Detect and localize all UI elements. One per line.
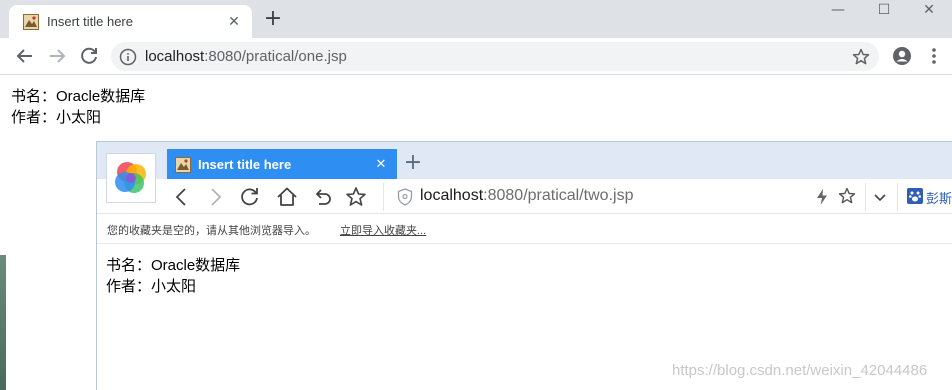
navigation-toolbar: localhost:8080/pratical/one.jsp <box>0 38 952 75</box>
bookmarks-empty-message: 您的收藏夹是空的，请从其他浏览器导入。 <box>107 225 316 237</box>
desktop-background <box>0 255 6 390</box>
watermark-text: https://blog.csdn.net/weixin_42044486 <box>672 362 928 379</box>
new-tab-button[interactable]: + <box>402 152 424 174</box>
bookmark-star-icon[interactable] <box>837 186 857 206</box>
toolbar-divider <box>897 183 898 211</box>
url-path: :8080/pratical/one.jsp <box>204 48 347 65</box>
speed-mode-bolt-icon[interactable] <box>815 188 829 206</box>
address-bar[interactable]: localhost:8080/pratical/two.jsp <box>397 184 857 210</box>
tab-insert-title[interactable]: Insert title here ✕ <box>9 5 252 38</box>
author-line: 作者：小太阳 <box>106 278 197 295</box>
book-title-line: 书名：Oracle数据库 <box>106 257 241 274</box>
toolbar-divider <box>383 183 384 211</box>
new-tab-button[interactable]: + <box>262 8 284 30</box>
search-engine-selector[interactable]: 彭斯 <box>905 186 952 208</box>
close-tab-icon[interactable]: ✕ <box>225 12 243 30</box>
page-favicon-icon <box>23 14 39 30</box>
chevron-down-icon[interactable] <box>872 189 888 205</box>
profile-avatar-icon[interactable] <box>892 46 912 66</box>
import-bookmarks-link[interactable]: 立即导入收藏夹... <box>340 222 426 238</box>
favorite-star-icon[interactable] <box>344 185 368 209</box>
close-tab-icon[interactable]: ✕ <box>372 155 390 173</box>
close-window-button[interactable]: ✕ <box>906 0 952 22</box>
minimize-button[interactable]: — <box>815 0 861 22</box>
site-info-icon[interactable] <box>119 48 137 66</box>
browser-window-two: Insert title here ✕ + localhost:8080/pra… <box>96 141 952 390</box>
browser-logo-icon[interactable] <box>106 153 156 203</box>
omnibox[interactable]: localhost:8080/pratical/one.jsp <box>111 42 879 71</box>
back-arrow-icon[interactable] <box>11 42 39 70</box>
tab-insert-title[interactable]: Insert title here ✕ <box>167 149 397 179</box>
tab-strip: Insert title here ✕ + <box>97 142 952 179</box>
maximize-button[interactable]: ☐ <box>861 0 907 22</box>
url-path: :8080/pratical/two.jsp <box>483 187 634 204</box>
more-menu-icon[interactable] <box>928 46 940 66</box>
book-title-line: 书名：Oracle数据库 <box>11 88 146 105</box>
bookmark-star-icon[interactable] <box>851 47 871 67</box>
page-content: 书名：Oracle数据库 作者：小太阳 <box>11 86 145 128</box>
toolbar-divider <box>865 183 866 211</box>
address-url[interactable]: localhost:8080/pratical/two.jsp <box>420 187 633 205</box>
search-engine-label: 彭斯 <box>926 191 952 206</box>
security-shield-icon[interactable] <box>397 188 413 206</box>
home-icon[interactable] <box>275 185 299 209</box>
author-line: 作者：小太阳 <box>11 109 102 126</box>
tab-title: Insert title here <box>47 14 133 29</box>
page-favicon-icon <box>175 157 191 173</box>
baidu-paw-icon <box>907 188 923 204</box>
back-chevron-icon[interactable] <box>170 185 194 209</box>
tab-title: Insert title here <box>198 157 292 172</box>
tab-strip: Insert title here ✕ + — ☐ ✕ <box>0 0 952 38</box>
address-url[interactable]: localhost:8080/pratical/one.jsp <box>145 48 347 65</box>
page-content: 书名：Oracle数据库 作者：小太阳 <box>106 255 240 297</box>
url-host: localhost <box>145 48 205 65</box>
forward-chevron-icon[interactable] <box>203 185 227 209</box>
reload-icon[interactable] <box>75 42 103 70</box>
forward-arrow-icon[interactable] <box>43 42 71 70</box>
reload-icon[interactable] <box>238 185 262 209</box>
url-host: localhost <box>420 187 484 204</box>
bookmarks-bar: 您的收藏夹是空的，请从其他浏览器导入。 立即导入收藏夹... <box>97 214 952 244</box>
navigation-toolbar: localhost:8080/pratical/two.jsp 彭斯 <box>97 179 952 214</box>
undo-icon[interactable] <box>310 185 334 209</box>
